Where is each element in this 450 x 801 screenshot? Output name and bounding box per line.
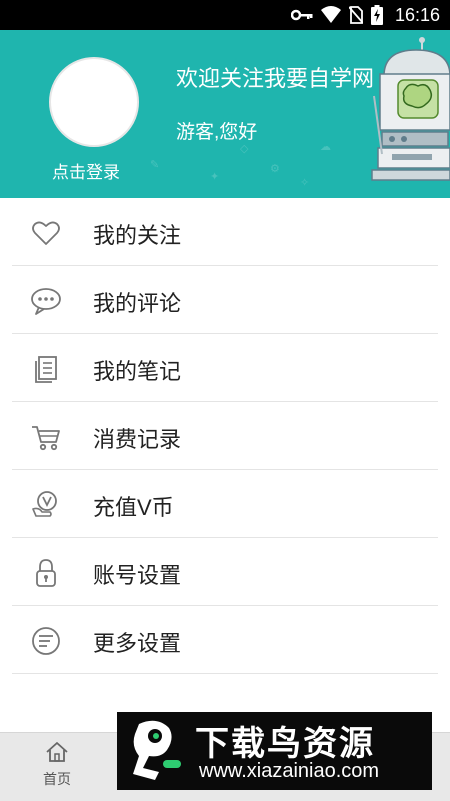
divider bbox=[12, 673, 438, 674]
menu-item-label: 账号设置 bbox=[93, 563, 182, 588]
doodle-decoration: ✧ bbox=[300, 177, 310, 189]
bird-logo-icon bbox=[133, 720, 181, 780]
doodle-decoration: ☁ bbox=[320, 141, 331, 153]
status-time: 16:16 bbox=[394, 4, 440, 25]
no-sim-icon bbox=[348, 6, 363, 24]
menu-item-label: 我的评论 bbox=[93, 291, 182, 316]
status-icons: 16:16 bbox=[290, 0, 440, 30]
menu-item-label: 我的笔记 bbox=[93, 359, 182, 384]
tab-home-label: 首页 bbox=[43, 771, 71, 787]
menu-item-label: 我的关注 bbox=[93, 223, 182, 248]
menu-item-comments[interactable]: 我的评论 bbox=[0, 266, 450, 334]
menu-item-notes[interactable]: 我的笔记 bbox=[0, 334, 450, 402]
comment-icon bbox=[31, 288, 61, 315]
battery-charging-icon bbox=[370, 5, 383, 25]
menu-item-follows[interactable]: 我的关注 bbox=[0, 198, 450, 266]
menu-item-label: 充值V币 bbox=[93, 495, 174, 520]
wifi-icon bbox=[320, 6, 341, 23]
recharge-icon bbox=[32, 491, 57, 517]
watermark-url: www.xiazainiao.com bbox=[199, 760, 380, 782]
doodle-decoration: ✦ bbox=[210, 171, 220, 183]
cart-icon bbox=[32, 426, 60, 451]
profile-header: ✎ ✦ ⚙ ☁ ✧ ◇ 点击登录 欢迎关注我要自学网 游客,您好 bbox=[0, 30, 450, 198]
avatar[interactable] bbox=[49, 57, 139, 147]
doodle-decoration: ✎ bbox=[150, 159, 160, 171]
menu-item-recharge[interactable]: 充值V币 bbox=[0, 470, 450, 538]
welcome-title: 欢迎关注我要自学网 bbox=[176, 66, 375, 91]
watermark-banner: 下载鸟资源 www.xiazainiao.com bbox=[117, 712, 432, 790]
notes-icon bbox=[35, 356, 57, 383]
key-icon bbox=[290, 9, 313, 21]
menu-item-purchases[interactable]: 消费记录 bbox=[0, 402, 450, 470]
tab-home[interactable]: 首页 bbox=[30, 741, 84, 789]
home-icon bbox=[46, 742, 68, 762]
login-link[interactable]: 点击登录 bbox=[52, 158, 147, 183]
menu-item-label: 消费记录 bbox=[93, 427, 182, 452]
status-bar: 16:16 bbox=[0, 0, 450, 30]
more-settings-icon bbox=[32, 627, 60, 655]
watermark-title: 下载鸟资源 bbox=[195, 725, 375, 763]
greeting-text: 游客,您好 bbox=[176, 122, 258, 143]
menu-item-label: 更多设置 bbox=[93, 631, 182, 656]
heart-icon bbox=[32, 221, 60, 245]
lock-icon bbox=[36, 559, 56, 587]
menu-item-account-settings[interactable]: 账号设置 bbox=[0, 538, 450, 606]
menu-list: 我的关注 我的评论 我的笔记 消费记录 充值V币 账号设置 更多设置 bbox=[0, 198, 450, 674]
doodle-decoration: ⚙ bbox=[270, 163, 280, 175]
menu-item-more-settings[interactable]: 更多设置 bbox=[0, 606, 450, 674]
robot-brain-illustration bbox=[371, 37, 450, 181]
